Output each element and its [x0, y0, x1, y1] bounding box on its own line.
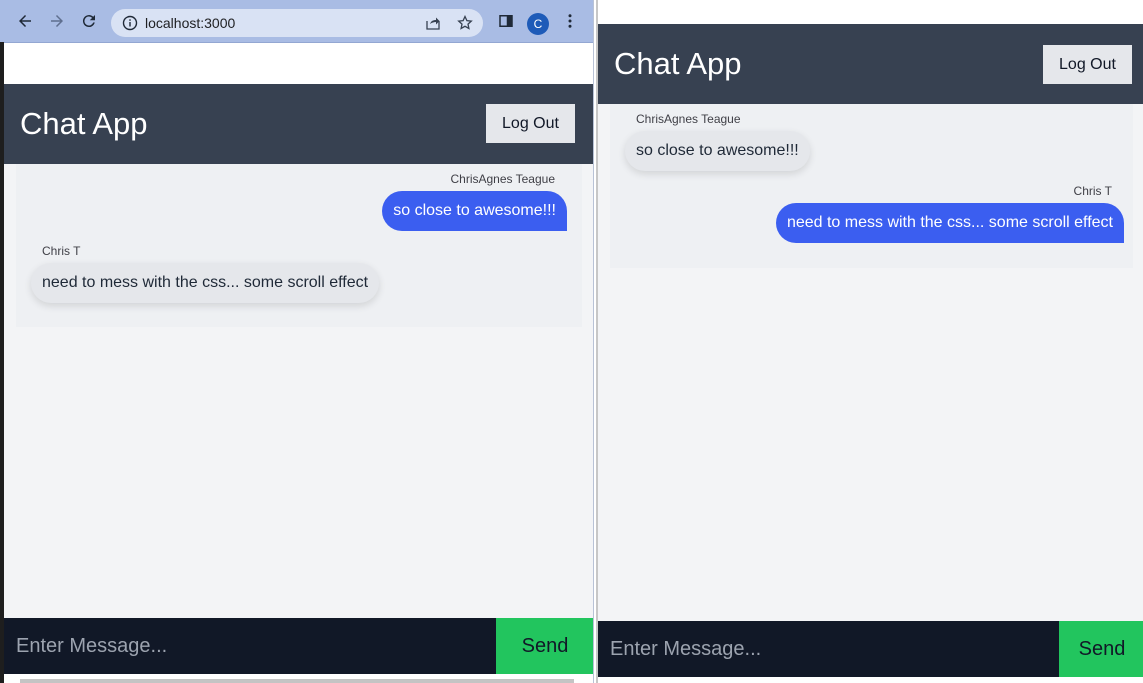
address-bar[interactable]: localhost:3000: [111, 9, 483, 37]
app-title: Chat App: [20, 106, 148, 141]
message-sender: Chris T: [42, 244, 81, 258]
message-sender: ChrisAgnes Teague: [636, 112, 741, 126]
logout-button[interactable]: Log Out: [1043, 45, 1132, 84]
browser-toolbar: localhost:3000 C: [0, 0, 593, 43]
app-header: Chat App Log Out: [598, 24, 1143, 104]
menu-icon[interactable]: [558, 9, 582, 33]
star-icon[interactable]: [457, 15, 473, 31]
horizontal-scrollbar[interactable]: [20, 679, 574, 683]
forward-icon[interactable]: [45, 9, 69, 33]
message-bubble-other: need to mess with the css... some scroll…: [31, 263, 380, 303]
send-button[interactable]: Send: [1059, 621, 1143, 677]
right-browser-window: Chat App Log Out ChrisAgnes Teague so cl…: [596, 0, 1143, 683]
logout-button[interactable]: Log Out: [486, 104, 575, 143]
message-bubble-own: need to mess with the css... some scroll…: [775, 203, 1124, 243]
url-text[interactable]: localhost:3000: [145, 15, 235, 31]
app-header: Chat App Log Out: [4, 84, 593, 164]
back-icon[interactable]: [13, 9, 37, 33]
message-bubble-other: so close to awesome!!!: [625, 131, 810, 171]
app-title: Chat App: [614, 46, 742, 81]
message-list[interactable]: ChrisAgnes Teague so close to awesome!!!…: [4, 164, 593, 618]
side-panel-icon[interactable]: [494, 9, 518, 33]
send-button[interactable]: Send: [496, 618, 593, 674]
message-list[interactable]: ChrisAgnes Teague so close to awesome!!!…: [598, 104, 1143, 621]
left-chat-page: Chat App Log Out ChrisAgnes Teague so cl…: [4, 43, 593, 683]
message-sender: Chris T: [1073, 184, 1112, 198]
message-sender: ChrisAgnes Teague: [450, 172, 555, 186]
message-form: Send: [4, 618, 593, 674]
message-input[interactable]: [598, 621, 1059, 677]
profile-avatar[interactable]: C: [527, 13, 549, 35]
messages-panel: [610, 104, 1133, 268]
right-chat-page: Chat App Log Out ChrisAgnes Teague so cl…: [598, 24, 1143, 683]
message-input[interactable]: [4, 618, 496, 674]
reload-icon[interactable]: [77, 9, 101, 33]
left-browser-window: localhost:3000 C Chat App Log Out ChrisA…: [0, 0, 594, 683]
site-info-icon[interactable]: [122, 15, 138, 31]
message-form: Send: [598, 621, 1143, 677]
message-bubble-own: so close to awesome!!!: [382, 191, 567, 231]
screen: localhost:3000 C Chat App Log Out ChrisA…: [0, 0, 1143, 683]
share-icon[interactable]: [425, 15, 441, 31]
